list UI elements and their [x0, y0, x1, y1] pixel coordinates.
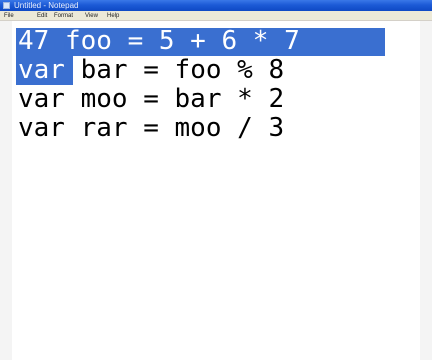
selected-keyword: var: [18, 55, 65, 85]
notepad-window: Untitled - Notepad File Edit Format View…: [0, 0, 432, 360]
menu-edit[interactable]: Edit: [37, 11, 47, 21]
code-line-2-rest: bar = foo % 8: [64, 55, 285, 85]
code-line-1: 47 foo = 5 + 6 * 7: [18, 26, 300, 56]
menu-format[interactable]: Format: [54, 11, 73, 21]
notepad-app-icon: [3, 2, 10, 9]
menu-file[interactable]: File: [4, 11, 14, 21]
menu-view[interactable]: View: [85, 11, 98, 21]
code-line-2: var bar = foo % 8: [18, 56, 284, 85]
text-editor-area[interactable]: 47 foo = 5 + 6 * 7 var bar = foo % 8 var…: [12, 21, 420, 360]
code-line-3: var moo = bar * 2: [18, 84, 285, 114]
title-bar[interactable]: Untitled - Notepad: [0, 0, 432, 11]
window-title: Untitled - Notepad: [14, 1, 79, 10]
left-margin: [0, 21, 12, 360]
code-line-4: var rar = moo / 3: [18, 113, 285, 143]
menu-help[interactable]: Help: [107, 11, 119, 21]
menu-bar: File Edit Format View Help: [0, 11, 432, 21]
right-margin: [420, 21, 432, 360]
